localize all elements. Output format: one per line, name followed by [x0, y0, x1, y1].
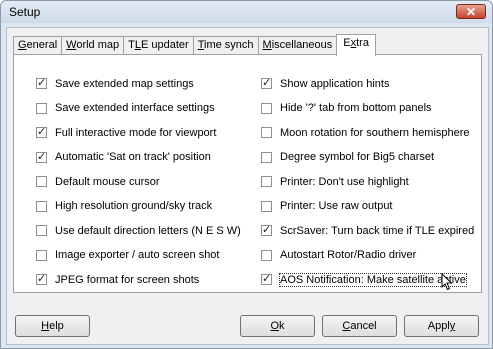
option-label: Printer: Don't use highlight — [280, 175, 409, 188]
option-label: Printer: Use raw output — [280, 200, 393, 212]
option-label: ScrSaver: Turn back time if TLE expired — [280, 224, 475, 237]
option-checkbox[interactable]: Save extended interface settings — [36, 102, 215, 115]
checkbox-unchecked-icon[interactable] — [36, 249, 47, 261]
option-label: High resolution ground/sky track — [55, 200, 213, 212]
option-checkbox[interactable]: High resolution ground/sky track — [36, 200, 212, 213]
option-checkbox[interactable]: Show application hints — [261, 76, 390, 90]
checkbox-unchecked-icon[interactable] — [261, 127, 272, 138]
tab-general[interactable]: General — [13, 36, 63, 55]
option-checkbox[interactable]: Printer: Use raw output — [261, 200, 393, 213]
checkbox-unchecked-icon[interactable] — [36, 102, 47, 114]
tab-mnemonic: G — [18, 39, 27, 51]
mouse-cursor-icon — [441, 273, 453, 291]
option-checkbox[interactable]: AOS Notification: Make satellite active — [261, 272, 467, 287]
tab-label-pre: T — [128, 39, 135, 51]
tab-time-synch[interactable]: Time synch — [192, 36, 259, 55]
checkbox-unchecked-icon[interactable] — [36, 176, 47, 187]
checkbox-unchecked-icon[interactable] — [261, 176, 272, 187]
option-checkbox[interactable]: Full interactive mode for viewport — [36, 125, 217, 139]
window-title: Setup — [9, 5, 41, 19]
checkbox-checked-icon[interactable] — [36, 76, 47, 89]
cancel-button[interactable]: Cancel — [322, 315, 397, 337]
option-label: JPEG format for screen shots — [55, 273, 200, 286]
option-label: Moon rotation for southern hemisphere — [280, 126, 470, 139]
checkbox-checked-icon[interactable] — [261, 223, 272, 236]
option-label: Hide '?' tab from bottom panels — [280, 102, 432, 114]
tab-mnemonic: M — [262, 39, 272, 51]
option-checkbox[interactable]: Automatic 'Sat on track' position — [36, 150, 211, 164]
close-button[interactable]: ✕ — [456, 4, 486, 19]
tab-label: ime synch — [204, 39, 254, 51]
apply-label: Appl — [427, 320, 450, 332]
option-label: Image exporter / auto screen shot — [55, 249, 220, 261]
checkbox-unchecked-icon[interactable] — [261, 200, 272, 212]
help-button[interactable]: Help — [15, 315, 90, 337]
checkbox-checked-icon[interactable] — [261, 76, 272, 89]
apply-button[interactable]: Apply — [404, 315, 479, 337]
help-mnemonic: H — [41, 320, 50, 332]
checkbox-unchecked-icon[interactable] — [261, 102, 272, 114]
extra-tab-panel: Save extended map settings Save extended … — [13, 54, 482, 293]
option-checkbox[interactable]: JPEG format for screen shots — [36, 272, 200, 286]
tab-miscellaneous[interactable]: Miscellaneous — [257, 36, 338, 55]
cancel-label: ancel — [350, 320, 377, 332]
checkbox-checked-icon[interactable] — [261, 272, 272, 285]
option-label: Save extended interface settings — [55, 102, 215, 114]
option-label: Automatic 'Sat on track' position — [55, 151, 211, 163]
apply-mnemonic: y — [449, 320, 456, 332]
option-checkbox[interactable]: ScrSaver: Turn back time if TLE expired — [261, 223, 475, 237]
tab-label-pre: E — [343, 37, 351, 49]
ok-mnemonic: O — [270, 320, 280, 332]
option-label: Save extended map settings — [55, 77, 194, 90]
option-checkbox[interactable]: Autostart Rotor/Radio driver — [261, 249, 416, 262]
option-checkbox[interactable]: Degree symbol for Big5 charset — [261, 151, 434, 164]
tab-tle-updater[interactable]: TLE updater — [123, 36, 194, 55]
tab-strip: General World map TLE updater Time synch Mis… — [13, 34, 376, 56]
tab-label: eneral — [26, 39, 58, 51]
tab-extra[interactable]: Extra — [336, 34, 376, 56]
option-checkbox[interactable]: Printer: Don't use highlight — [261, 175, 409, 188]
checkbox-unchecked-icon[interactable] — [261, 151, 272, 163]
option-label: Use default direction letters (N E S W) — [55, 224, 241, 237]
checkbox-unchecked-icon[interactable] — [36, 200, 47, 212]
tab-label: tra — [356, 37, 369, 49]
tab-label: orld map — [76, 39, 120, 51]
option-checkbox[interactable]: Moon rotation for southern hemisphere — [261, 126, 470, 139]
option-label: Degree symbol for Big5 charset — [280, 151, 435, 163]
option-label: Show application hints — [280, 77, 390, 90]
title-bar[interactable]: Setup ✕ — [1, 1, 492, 23]
option-checkbox[interactable]: Use default direction letters (N E S W) — [36, 224, 241, 237]
help-label: elp — [49, 320, 64, 332]
option-checkbox[interactable]: Default mouse cursor — [36, 175, 160, 188]
tab-label: iscellaneous — [271, 39, 333, 51]
checkbox-checked-icon[interactable] — [36, 125, 47, 138]
tab-world-map[interactable]: World map — [61, 36, 125, 55]
dialog-client: General World map TLE updater Time synch Mis… — [6, 27, 489, 345]
checkbox-checked-icon[interactable] — [36, 150, 47, 163]
option-label: Autostart Rotor/Radio driver — [280, 249, 417, 261]
checkbox-unchecked-icon[interactable] — [261, 249, 272, 261]
option-label: AOS Notification: Make satellite active — [279, 272, 467, 287]
ok-button[interactable]: Ok — [240, 315, 315, 337]
tab-label: E updater — [140, 39, 189, 51]
checkbox-checked-icon[interactable] — [36, 272, 47, 285]
ok-label: k — [279, 320, 285, 332]
tab-mnemonic: W — [66, 39, 77, 51]
option-checkbox[interactable]: Image exporter / auto screen shot — [36, 249, 219, 262]
option-checkbox[interactable]: Save extended map settings — [36, 76, 194, 90]
option-label: Full interactive mode for viewport — [55, 126, 217, 139]
close-icon: ✕ — [465, 5, 477, 19]
option-label: Default mouse cursor — [55, 175, 160, 188]
checkbox-unchecked-icon[interactable] — [36, 225, 47, 236]
option-checkbox[interactable]: Hide '?' tab from bottom panels — [261, 102, 432, 115]
setup-window: Setup ✕ General World map TLE updater Time … — [0, 0, 493, 349]
